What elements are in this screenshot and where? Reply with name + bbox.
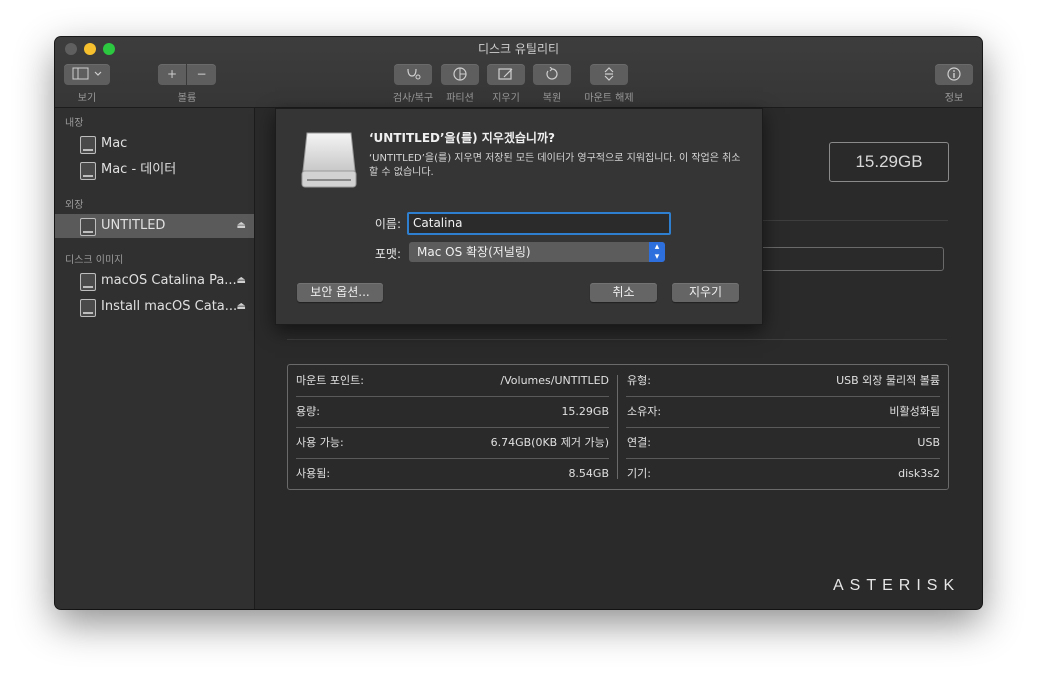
info-row-owners: 소유자: 비활성화됨 [619,396,948,427]
eject-icon[interactable]: ⏏ [237,214,246,238]
format-select[interactable]: Mac OS 확장(저널링) ▴ ▾ [409,242,665,262]
sidebar-item-label: UNTITLED [101,218,166,233]
info-value: disk3s2 [898,467,940,480]
select-arrows-icon: ▴ ▾ [649,242,665,262]
sidebar-item-install-catalina[interactable]: Install macOS Cata... ⏏ [55,295,254,319]
erase-button[interactable] [487,64,525,85]
sidebar: 내장 Mac Mac - 데이터 외장 UNTITLED ⏏ 디스크 이미지 m… [55,108,255,609]
add-volume-button[interactable]: + [158,64,186,85]
internal-disk-icon [80,162,96,180]
sidebar-item-untitled[interactable]: UNTITLED ⏏ [55,214,254,238]
sidebar-header-external: 외장 [65,200,84,211]
info-label: 정보 [944,93,964,104]
view-label: 보기 [77,93,97,104]
info-key: 마운트 포인트: [296,374,364,387]
eject-icon[interactable]: ⏏ [237,295,246,319]
sidebar-view-icon [72,67,102,80]
partition-button[interactable] [441,64,479,85]
unmount-icon [604,67,614,81]
restore-arrow-icon [546,66,558,80]
unmount-button[interactable] [590,64,628,85]
restore-button[interactable] [533,64,571,85]
window-title: 디스크 유틸리티 [477,42,560,56]
sidebar-header-disk-images: 디스크 이미지 [65,255,124,266]
internal-disk-icon [80,136,96,154]
info-row-type: 유형: USB 외장 물리적 볼륨 [619,365,948,396]
erase-pencil-icon [498,68,513,80]
info-row-capacity: 용량: 15.29GB [288,396,617,427]
info-key: 용량: [296,405,320,418]
info-row-connection: 연결: USB [619,427,948,458]
divider [760,220,948,221]
sidebar-item-label: Mac - 데이터 [101,162,177,177]
restore-label: 복원 [542,93,562,104]
info-value: 비활성화됨 [889,405,940,418]
external-drive-icon [301,132,357,188]
pie-partition-icon [453,67,467,81]
dialog-title: ‘UNTITLED’을(를) 지우겠습니까? [369,131,555,145]
info-key: 소유자: [627,405,662,418]
disk-image-icon [80,299,96,317]
info-value: USB 외장 물리적 볼륨 [836,374,940,387]
erase-label: 지우기 [492,93,520,104]
sidebar-item-label: macOS Catalina Pa... [101,273,237,288]
capacity-display: 15.29GB [829,142,949,182]
volume-label: 볼륨 [177,93,197,104]
stethoscope-icon [407,68,421,80]
unmount-label: 마운트 해제 [584,93,634,104]
info-table: 마운트 포인트: /Volumes/UNTITLED 용량: 15.29GB 사… [287,364,949,490]
column-divider [617,375,618,479]
info-value: /Volumes/UNTITLED [500,374,609,387]
info-value: 8.54GB [568,467,609,480]
info-key: 기기: [627,467,651,480]
sidebar-item-label: Mac [101,136,128,151]
sidebar-item-catalina-patcher[interactable]: macOS Catalina Pa... ⏏ [55,269,254,293]
toolbar: 디스크 유틸리티 보기 + − 볼륨 검사/복구 파티션 지우기 복원 마운트 … [55,37,982,108]
erase-dialog: ‘UNTITLED’을(를) 지우겠습니까? ‘UNTITLED’을(를) 지우… [275,108,763,325]
usage-bar [760,247,944,271]
security-options-button[interactable]: 보안 옵션... [297,283,383,302]
format-selected-value: Mac OS 확장(저널링) [417,245,531,259]
erase-confirm-button[interactable]: 지우기 [672,283,739,302]
info-key: 연결: [627,436,651,449]
external-disk-icon [80,218,96,236]
info-row-mount-point: 마운트 포인트: /Volumes/UNTITLED [288,365,617,396]
info-row-used: 사용됨: 8.54GB [288,458,617,489]
info-row-device: 기기: disk3s2 [619,458,948,489]
info-icon [947,67,961,81]
cancel-button[interactable]: 취소 [590,283,657,302]
info-value: 15.29GB [561,405,609,418]
partition-label: 파티션 [446,93,474,104]
sidebar-item-mac[interactable]: Mac [55,132,254,156]
sidebar-item-mac-data[interactable]: Mac - 데이터 [55,158,254,182]
info-key: 유형: [627,374,651,387]
watermark: ASTERISK [833,577,961,594]
info-key: 사용 가능: [296,436,344,449]
sidebar-item-label: Install macOS Cata... [101,299,238,314]
eject-icon[interactable]: ⏏ [237,269,246,293]
first-aid-button[interactable] [394,64,432,85]
sidebar-header-internal: 내장 [65,118,84,129]
format-label: 포맷: [374,247,401,261]
first-aid-label: 검사/복구 [392,93,434,104]
info-value: 6.74GB(0KB 제거 가능) [490,436,609,449]
dialog-message: ‘UNTITLED’을(를) 지우면 저장된 모든 데이터가 영구적으로 지워집… [369,153,741,178]
name-label: 이름: [374,217,401,231]
name-input[interactable]: Catalina [407,212,671,235]
disk-image-icon [80,273,96,291]
divider [287,339,947,340]
info-row-available: 사용 가능: 6.74GB(0KB 제거 가능) [288,427,617,458]
view-button[interactable] [64,64,110,85]
info-value: USB [917,436,940,449]
info-button[interactable] [935,64,973,85]
remove-volume-button[interactable]: − [187,64,216,85]
info-key: 사용됨: [296,467,331,480]
